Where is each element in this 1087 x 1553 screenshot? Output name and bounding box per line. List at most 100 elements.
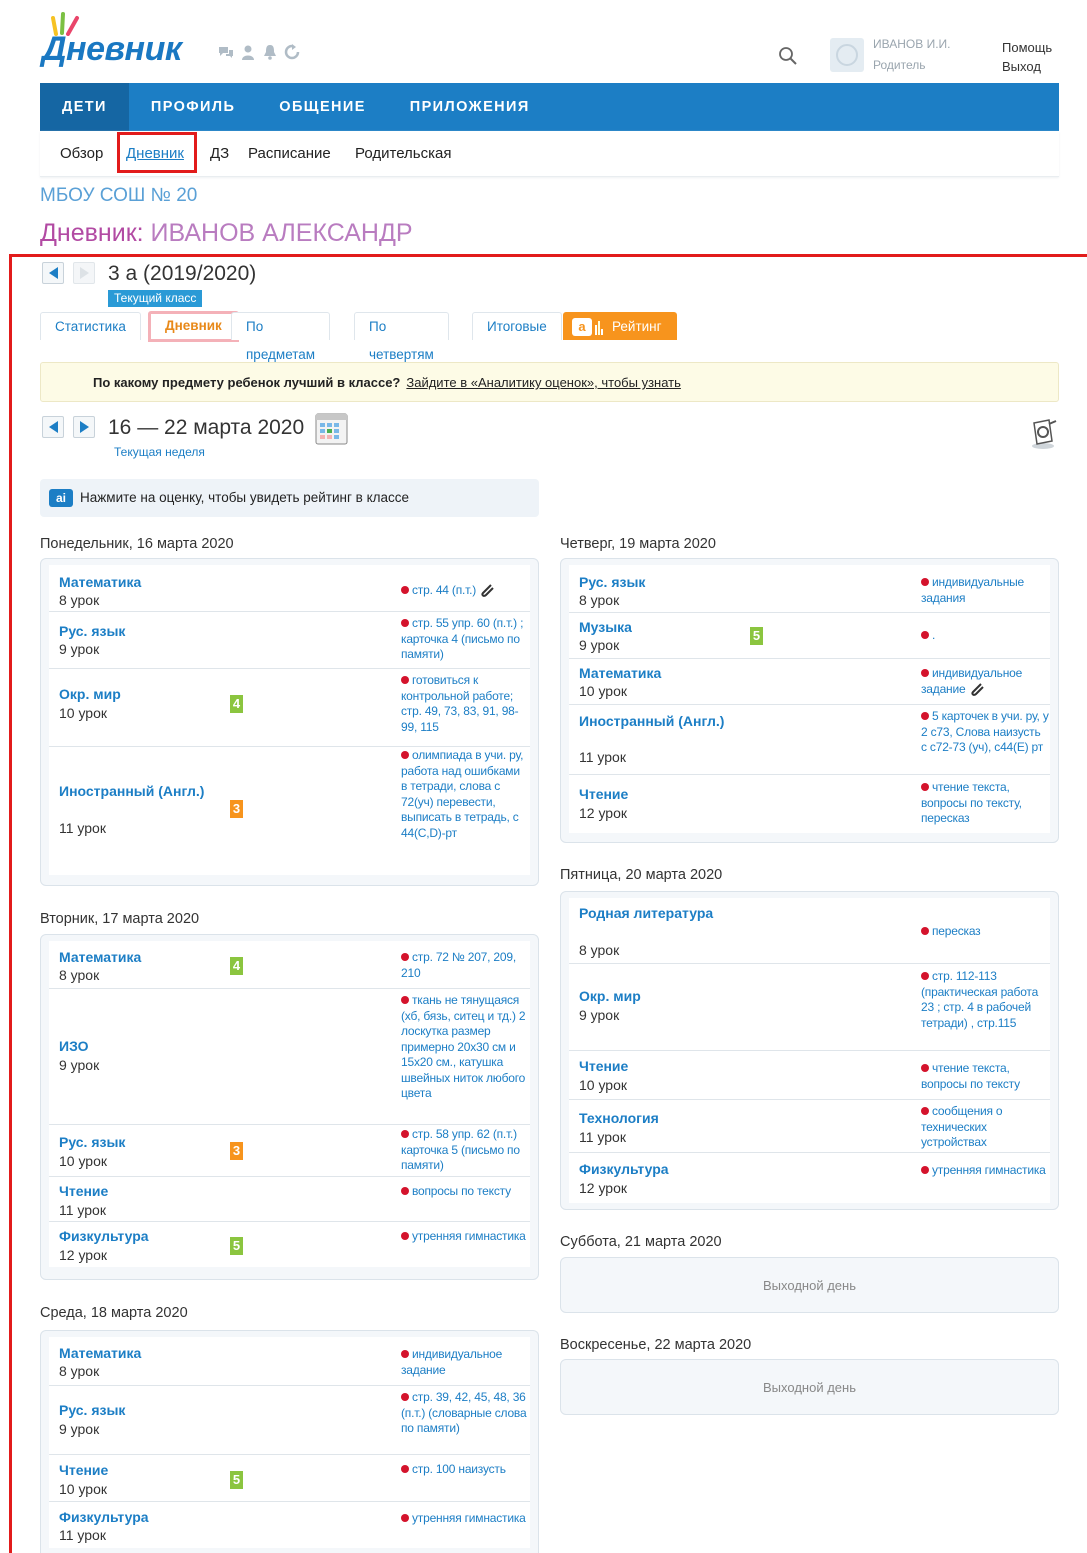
lesson-subject[interactable]: Физкультура xyxy=(59,1509,149,1526)
lesson-subject[interactable]: Рус. язык xyxy=(579,574,645,591)
lesson-row[interactable]: Иностранный (Англ.) 11 урок 5 карточек в… xyxy=(569,705,1050,775)
lesson-row[interactable]: Чтение 10 урок чтение текста, вопросы по… xyxy=(569,1051,1050,1100)
logout-link[interactable]: Выход xyxy=(1002,59,1041,74)
lesson-subject[interactable]: ИЗО xyxy=(59,1038,89,1055)
lesson-homework[interactable]: чтение текста, вопросы по тексту, переск… xyxy=(921,780,1049,827)
lesson-subject[interactable]: Окр. мир xyxy=(59,686,121,703)
grade-mark[interactable]: 3 xyxy=(230,1142,243,1160)
lesson-row[interactable]: Математика 10 урок индивидуальное задани… xyxy=(569,659,1050,705)
lesson-homework[interactable]: стр. 112-113 (практическая работа 23 ; с… xyxy=(921,969,1049,1031)
nav-communication[interactable]: ОБЩЕНИЕ xyxy=(257,83,388,131)
lesson-subject[interactable]: Рус. язык xyxy=(59,1402,125,1419)
tab-statistics[interactable]: Статистика xyxy=(40,312,141,340)
current-week-link[interactable]: Текущая неделя xyxy=(114,445,205,459)
lesson-homework[interactable]: стр. 72 № 207, 209, 210 xyxy=(401,950,529,981)
tab-by-quarter[interactable]: По четвертям xyxy=(354,312,449,362)
lesson-homework[interactable]: утренняя гимнастика xyxy=(401,1511,529,1527)
lesson-subject[interactable]: Физкультура xyxy=(59,1228,149,1245)
tab-by-subject[interactable]: По предметам xyxy=(231,312,331,362)
lesson-homework[interactable]: 5 карточек в учи. ру, у 2 с73, Слова наи… xyxy=(921,709,1049,756)
subnav-schedule[interactable]: Расписание xyxy=(248,145,331,162)
lesson-homework[interactable]: утренняя гимнастика xyxy=(921,1163,1049,1179)
print-settings-icon[interactable] xyxy=(1025,415,1061,451)
lesson-subject[interactable]: Математика xyxy=(579,665,661,682)
lesson-row[interactable]: Математика 8 урок стр. 44 (п.т.) xyxy=(49,565,530,612)
lesson-row[interactable]: Иностранный (Англ.) 11 урок 3 олимпиада … xyxy=(49,747,530,875)
calendar-icon[interactable] xyxy=(315,413,348,445)
lesson-homework[interactable]: ткань не тянущаяся (хб, бязь, ситец и тд… xyxy=(401,993,529,1102)
grade-mark[interactable]: 5 xyxy=(230,1471,243,1489)
attachment-icon[interactable] xyxy=(479,583,495,597)
lesson-subject[interactable]: Иностранный (Англ.) xyxy=(59,783,204,800)
subnav-homework[interactable]: ДЗ xyxy=(210,145,229,162)
lesson-homework[interactable]: индивидуальное задание xyxy=(921,666,1049,697)
lesson-row[interactable]: Физкультура 12 урок 5 утренняя гимнастик… xyxy=(49,1222,530,1267)
user-name[interactable]: ИВАНОВ И.И. xyxy=(873,37,951,51)
lesson-subject[interactable]: Математика xyxy=(59,574,141,591)
lesson-row[interactable]: Рус. язык 9 урок стр. 39, 42, 45, 48, 36… xyxy=(49,1386,530,1455)
lesson-homework[interactable]: индивидуальное задание xyxy=(401,1347,529,1378)
lesson-row[interactable]: Рус. язык 10 урок 3 стр. 58 упр. 62 (п.т… xyxy=(49,1125,530,1177)
lesson-row[interactable]: Музыка 9 урок 5 . xyxy=(569,613,1050,659)
subnav-parents[interactable]: Родительская xyxy=(355,145,451,162)
nav-profile[interactable]: ПРОФИЛЬ xyxy=(129,83,257,131)
messages-icon[interactable] xyxy=(218,44,234,60)
nav-apps[interactable]: ПРИЛОЖЕНИЯ xyxy=(388,83,552,131)
lesson-homework[interactable]: олимпиада в учи. ру, работа над ошибками… xyxy=(401,748,529,841)
lesson-row[interactable]: Окр. мир 10 урок 4 готовиться к контроль… xyxy=(49,669,530,747)
lesson-row[interactable]: ИЗО 9 урок ткань не тянущаяся (хб, бязь,… xyxy=(49,989,530,1125)
lesson-row[interactable]: Физкультура 12 урок утренняя гимнастика xyxy=(569,1153,1050,1203)
next-year-button[interactable] xyxy=(73,262,95,284)
lesson-homework[interactable]: стр. 55 упр. 60 (п.т.) ; карточка 4 (пис… xyxy=(401,616,529,663)
grade-mark[interactable]: 5 xyxy=(230,1237,243,1255)
attachment-icon[interactable] xyxy=(969,682,985,696)
lesson-row[interactable]: Рус. язык 9 урок стр. 55 упр. 60 (п.т.) … xyxy=(49,612,530,669)
lesson-subject[interactable]: Иностранный (Англ.) xyxy=(579,713,724,730)
grade-mark[interactable]: 4 xyxy=(230,957,243,975)
lesson-subject[interactable]: Чтение xyxy=(579,1058,628,1075)
lesson-homework[interactable]: стр. 100 наизусть xyxy=(401,1462,529,1478)
lesson-subject[interactable]: Технология xyxy=(579,1110,659,1127)
subnav-overview[interactable]: Обзор xyxy=(60,145,103,162)
lesson-homework[interactable]: стр. 58 упр. 62 (п.т.) карточка 5 (письм… xyxy=(401,1127,529,1174)
lesson-row[interactable]: Технология 11 урок сообщения о техническ… xyxy=(569,1100,1050,1153)
lesson-row[interactable]: Окр. мир 9 урок стр. 112-113 (практическ… xyxy=(569,964,1050,1051)
lesson-subject[interactable]: Окр. мир xyxy=(579,988,641,1005)
next-week-button[interactable] xyxy=(73,416,95,438)
refresh-icon[interactable] xyxy=(284,44,300,60)
nav-children[interactable]: ДЕТИ xyxy=(40,83,129,131)
help-link[interactable]: Помощь xyxy=(1002,40,1052,55)
lesson-homework[interactable]: индивидуальные задания xyxy=(921,575,1049,606)
lesson-homework[interactable]: стр. 39, 42, 45, 48, 36 (п.т.) (словарны… xyxy=(401,1390,529,1437)
lesson-row[interactable]: Чтение 10 урок 5 стр. 100 наизусть xyxy=(49,1455,530,1502)
grade-mark[interactable]: 3 xyxy=(230,800,243,818)
lesson-homework[interactable]: вопросы по тексту xyxy=(401,1184,529,1200)
grade-mark[interactable]: 4 xyxy=(230,695,243,713)
lesson-subject[interactable]: Чтение xyxy=(59,1183,108,1200)
lesson-row[interactable]: Чтение 11 урок вопросы по тексту xyxy=(49,1177,530,1222)
lesson-row[interactable]: Родная литература 8 урок пересказ xyxy=(569,898,1050,964)
lesson-homework[interactable]: стр. 44 (п.т.) xyxy=(401,583,529,599)
lesson-row[interactable]: Чтение 12 урок чтение текста, вопросы по… xyxy=(569,775,1050,833)
lesson-row[interactable]: Математика 8 урок индивидуальное задание xyxy=(49,1337,530,1386)
lesson-subject[interactable]: Математика xyxy=(59,1345,141,1362)
lesson-subject[interactable]: Музыка xyxy=(579,619,632,636)
lesson-subject[interactable]: Математика xyxy=(59,949,141,966)
lesson-homework[interactable]: готовиться к контрольной работе; стр. 49… xyxy=(401,673,529,735)
bell-icon[interactable] xyxy=(262,44,278,60)
grade-mark[interactable]: 5 xyxy=(750,627,763,645)
lesson-homework[interactable]: . xyxy=(921,628,1049,644)
prev-year-button[interactable] xyxy=(42,262,64,284)
prev-week-button[interactable] xyxy=(42,416,64,438)
lesson-subject[interactable]: Физкультура xyxy=(579,1161,669,1178)
lesson-subject[interactable]: Родная литература xyxy=(579,905,713,922)
lesson-row[interactable]: Математика 8 урок 4 стр. 72 № 207, 209, … xyxy=(49,941,530,989)
lesson-row[interactable]: Рус. язык 8 урок индивидуальные задания xyxy=(569,565,1050,613)
tab-rating[interactable]: a Рейтинг в классе xyxy=(563,312,677,390)
lesson-row[interactable]: Физкультура 11 урок утренняя гимнастика xyxy=(49,1502,530,1548)
lesson-subject[interactable]: Чтение xyxy=(579,786,628,803)
tab-final[interactable]: Итоговые xyxy=(472,312,562,340)
lesson-homework[interactable]: сообщения о технических устройствах xyxy=(921,1104,1049,1151)
tab-diary[interactable]: Дневник xyxy=(148,311,239,342)
lesson-homework[interactable]: утренняя гимнастика xyxy=(401,1229,529,1245)
